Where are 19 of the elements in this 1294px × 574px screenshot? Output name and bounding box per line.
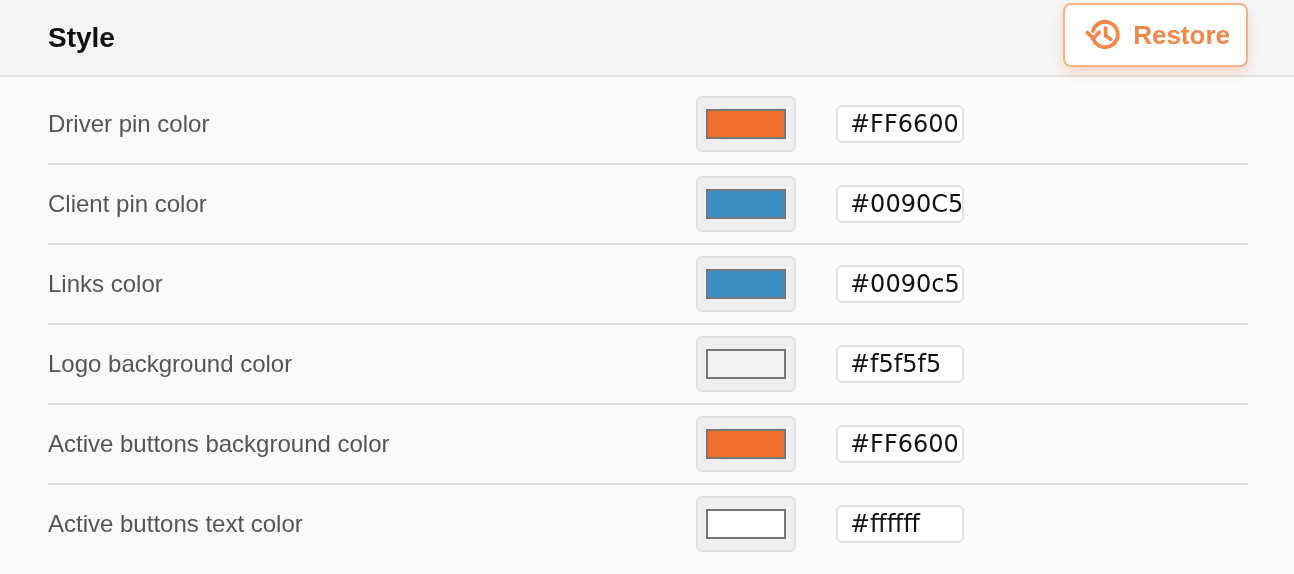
setting-label: Active buttons text color bbox=[48, 510, 304, 538]
setting-label: Client pin color bbox=[48, 190, 208, 218]
setting-label: Active buttons background color bbox=[48, 430, 391, 458]
setting-label: Driver pin color bbox=[48, 110, 211, 138]
hex-input-field[interactable]: #FF6600 bbox=[836, 425, 964, 463]
color-picker[interactable] bbox=[696, 416, 796, 472]
color-picker[interactable] bbox=[696, 176, 796, 232]
hex-input-field[interactable]: #f5f5f5 bbox=[836, 345, 964, 383]
section-title: Style bbox=[48, 21, 115, 54]
color-picker[interactable] bbox=[696, 496, 796, 552]
setting-label: Logo background color bbox=[48, 350, 294, 378]
hex-input-field[interactable]: #ffffff bbox=[836, 505, 964, 543]
setting-label: Links color bbox=[48, 270, 164, 298]
color-picker[interactable] bbox=[696, 96, 796, 152]
color-picker[interactable] bbox=[696, 256, 796, 312]
color-picker[interactable] bbox=[696, 336, 796, 392]
hex-input-field[interactable]: #0090C5 bbox=[836, 185, 964, 223]
hex-input-field[interactable]: #FF6600 bbox=[836, 105, 964, 143]
hex-input-field[interactable]: #0090c5 bbox=[836, 265, 964, 303]
